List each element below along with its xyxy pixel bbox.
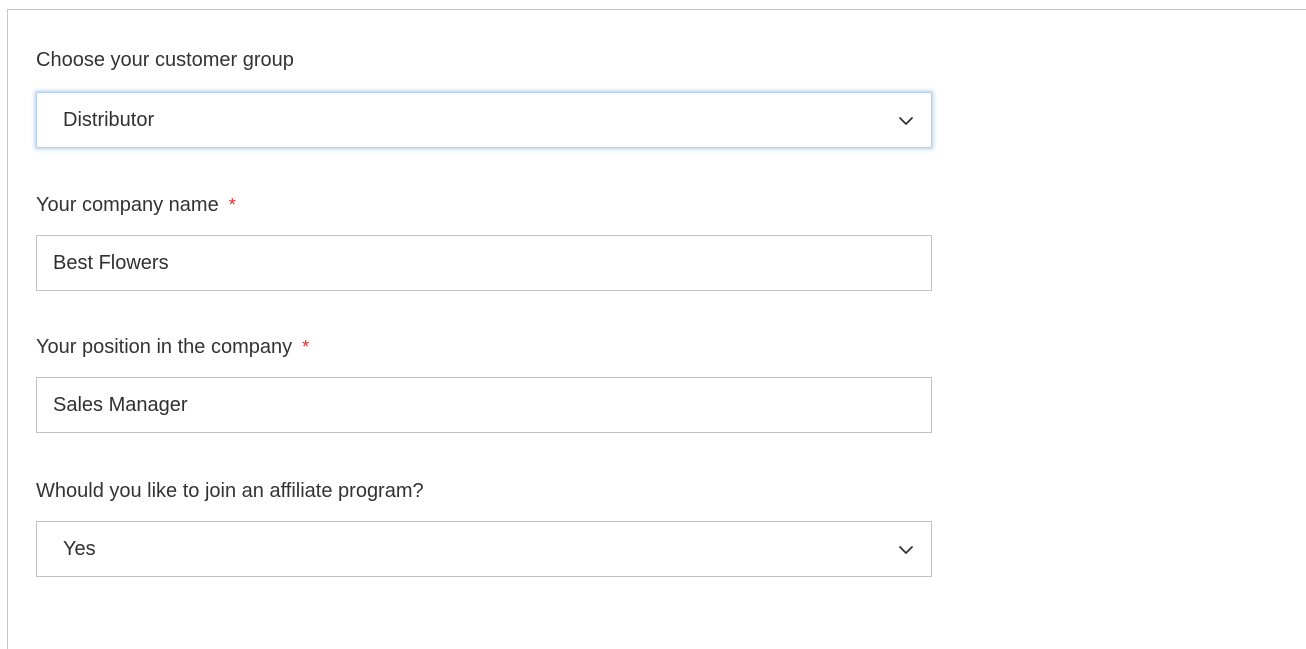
required-mark: * [228,195,236,215]
company-name-label-text: Your company name [36,194,219,216]
company-name-value: Best Flowers [53,252,169,274]
customer-group-label: Choose your customer group [36,48,932,72]
position-field: Your position in the company * Sales Mana… [36,335,932,433]
company-name-input[interactable]: Best Flowers [36,235,932,291]
position-label-text: Your position in the company [36,336,293,358]
customer-group-field: Choose your customer group Distributor [36,48,932,148]
position-input[interactable]: Sales Manager [36,377,932,433]
customer-group-select[interactable]: Distributor [36,92,932,148]
affiliate-label-text: Whould you like to join an affiliate pro… [36,480,424,502]
affiliate-field: Whould you like to join an affiliate pro… [36,479,932,577]
position-value: Sales Manager [53,394,188,416]
company-name-label: Your company name * [36,193,932,217]
position-label: Your position in the company * [36,335,932,359]
affiliate-select[interactable]: Yes [36,521,932,577]
customer-group-selected-value: Distributor [63,109,155,131]
affiliate-selected-value: Yes [63,538,96,560]
affiliate-label: Whould you like to join an affiliate pro… [36,479,932,503]
required-mark: * [302,337,310,357]
chevron-down-icon [899,117,913,125]
customer-group-label-text: Choose your customer group [36,49,294,71]
chevron-down-icon [899,546,913,554]
company-name-field: Your company name * Best Flowers [36,193,932,291]
